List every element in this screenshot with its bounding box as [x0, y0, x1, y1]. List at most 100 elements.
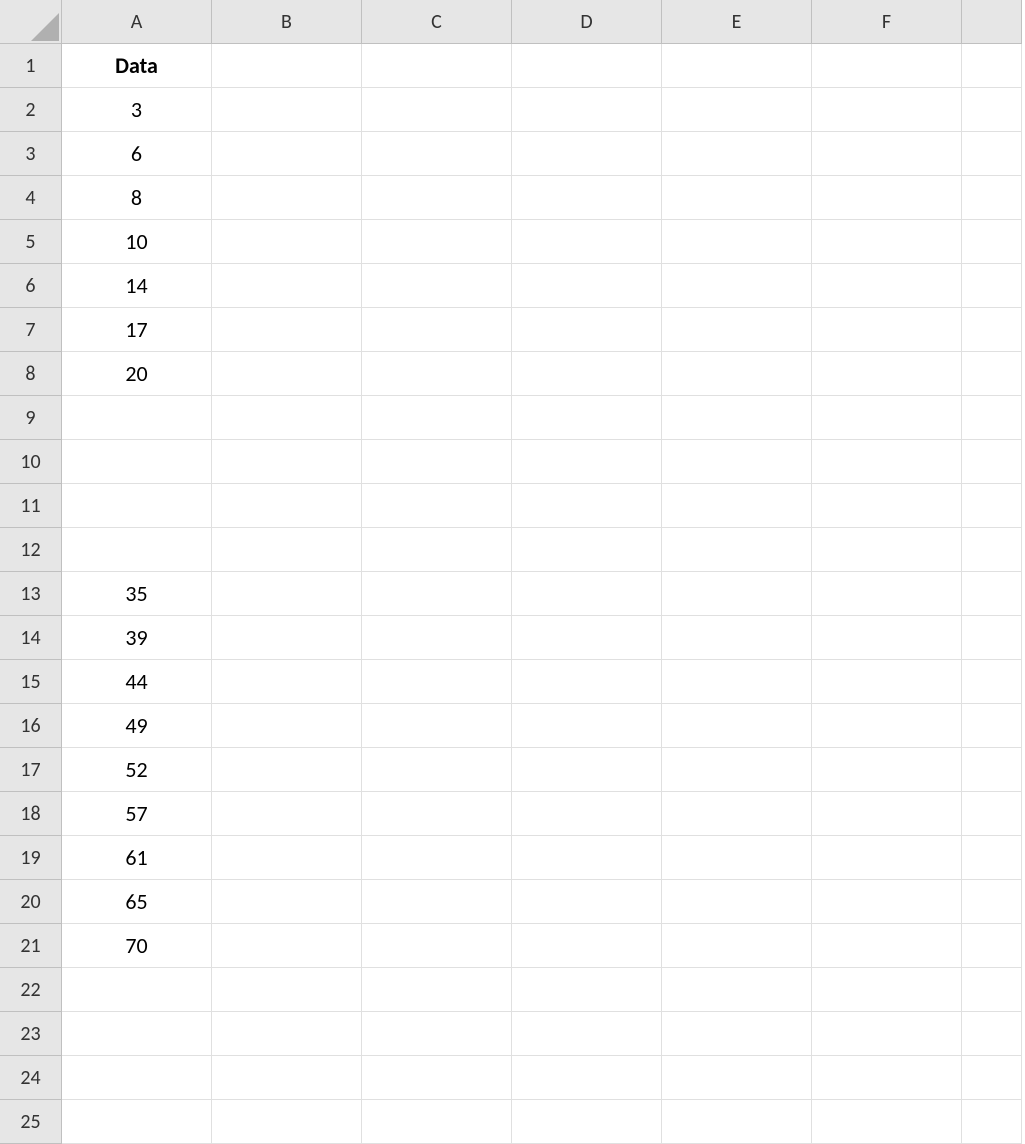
cell-A18[interactable]: 57: [62, 792, 212, 836]
cell-C3[interactable]: [362, 132, 512, 176]
row-header-24[interactable]: 24: [0, 1056, 62, 1100]
cell-F2[interactable]: [812, 88, 962, 132]
column-header-E[interactable]: E: [662, 0, 812, 44]
column-header-D[interactable]: D: [512, 0, 662, 44]
cell-F1[interactable]: [812, 44, 962, 88]
cell-C18[interactable]: [362, 792, 512, 836]
cell-E5[interactable]: [662, 220, 812, 264]
cell-B19[interactable]: [212, 836, 362, 880]
cell-B3[interactable]: [212, 132, 362, 176]
cell-D10[interactable]: [512, 440, 662, 484]
row-header-2[interactable]: 2: [0, 88, 62, 132]
row-header-5[interactable]: 5: [0, 220, 62, 264]
cell-D4[interactable]: [512, 176, 662, 220]
cell-C8[interactable]: [362, 352, 512, 396]
cell-D12[interactable]: [512, 528, 662, 572]
cell-B2[interactable]: [212, 88, 362, 132]
cell-F19[interactable]: [812, 836, 962, 880]
cell-D25[interactable]: [512, 1100, 662, 1144]
cell-X22[interactable]: [962, 968, 1022, 1012]
cell-C20[interactable]: [362, 880, 512, 924]
cell-C1[interactable]: [362, 44, 512, 88]
cell-B17[interactable]: [212, 748, 362, 792]
cell-A6[interactable]: 14: [62, 264, 212, 308]
row-header-13[interactable]: 13: [0, 572, 62, 616]
cell-B7[interactable]: [212, 308, 362, 352]
cell-F9[interactable]: [812, 396, 962, 440]
cell-D11[interactable]: [512, 484, 662, 528]
cell-B8[interactable]: [212, 352, 362, 396]
cell-F6[interactable]: [812, 264, 962, 308]
cell-X8[interactable]: [962, 352, 1022, 396]
cell-F11[interactable]: [812, 484, 962, 528]
cell-A24[interactable]: [62, 1056, 212, 1100]
cell-X1[interactable]: [962, 44, 1022, 88]
cell-B25[interactable]: [212, 1100, 362, 1144]
cell-D6[interactable]: [512, 264, 662, 308]
cell-E6[interactable]: [662, 264, 812, 308]
cell-B12[interactable]: [212, 528, 362, 572]
cell-E25[interactable]: [662, 1100, 812, 1144]
cell-F21[interactable]: [812, 924, 962, 968]
cell-X17[interactable]: [962, 748, 1022, 792]
row-header-6[interactable]: 6: [0, 264, 62, 308]
cell-E15[interactable]: [662, 660, 812, 704]
cell-X24[interactable]: [962, 1056, 1022, 1100]
cell-D5[interactable]: [512, 220, 662, 264]
cell-A10[interactable]: [62, 440, 212, 484]
column-header-C[interactable]: C: [362, 0, 512, 44]
cell-X16[interactable]: [962, 704, 1022, 748]
cell-F14[interactable]: [812, 616, 962, 660]
cell-E24[interactable]: [662, 1056, 812, 1100]
cell-E8[interactable]: [662, 352, 812, 396]
cell-A14[interactable]: 39: [62, 616, 212, 660]
cell-F12[interactable]: [812, 528, 962, 572]
cell-D17[interactable]: [512, 748, 662, 792]
cell-E18[interactable]: [662, 792, 812, 836]
row-header-12[interactable]: 12: [0, 528, 62, 572]
cell-D1[interactable]: [512, 44, 662, 88]
row-header-7[interactable]: 7: [0, 308, 62, 352]
cell-C14[interactable]: [362, 616, 512, 660]
cell-C24[interactable]: [362, 1056, 512, 1100]
cell-D21[interactable]: [512, 924, 662, 968]
cell-X3[interactable]: [962, 132, 1022, 176]
select-all-corner[interactable]: [0, 0, 62, 44]
cell-D20[interactable]: [512, 880, 662, 924]
cell-A1[interactable]: Data: [62, 44, 212, 88]
row-header-21[interactable]: 21: [0, 924, 62, 968]
cell-X5[interactable]: [962, 220, 1022, 264]
cell-C23[interactable]: [362, 1012, 512, 1056]
cell-B20[interactable]: [212, 880, 362, 924]
cell-E10[interactable]: [662, 440, 812, 484]
cell-E20[interactable]: [662, 880, 812, 924]
cell-D13[interactable]: [512, 572, 662, 616]
cell-E4[interactable]: [662, 176, 812, 220]
cell-C10[interactable]: [362, 440, 512, 484]
cell-A11[interactable]: [62, 484, 212, 528]
cell-D2[interactable]: [512, 88, 662, 132]
cell-C9[interactable]: [362, 396, 512, 440]
cell-D22[interactable]: [512, 968, 662, 1012]
row-header-23[interactable]: 23: [0, 1012, 62, 1056]
cell-B4[interactable]: [212, 176, 362, 220]
cell-C17[interactable]: [362, 748, 512, 792]
cell-B18[interactable]: [212, 792, 362, 836]
cell-C4[interactable]: [362, 176, 512, 220]
row-header-1[interactable]: 1: [0, 44, 62, 88]
cell-X13[interactable]: [962, 572, 1022, 616]
cell-A5[interactable]: 10: [62, 220, 212, 264]
cell-D9[interactable]: [512, 396, 662, 440]
cell-E21[interactable]: [662, 924, 812, 968]
cell-X23[interactable]: [962, 1012, 1022, 1056]
cell-A13[interactable]: 35: [62, 572, 212, 616]
cell-F4[interactable]: [812, 176, 962, 220]
cell-A25[interactable]: [62, 1100, 212, 1144]
cell-X20[interactable]: [962, 880, 1022, 924]
cell-B11[interactable]: [212, 484, 362, 528]
row-header-9[interactable]: 9: [0, 396, 62, 440]
cell-X4[interactable]: [962, 176, 1022, 220]
cell-B21[interactable]: [212, 924, 362, 968]
cell-C7[interactable]: [362, 308, 512, 352]
cell-A2[interactable]: 3: [62, 88, 212, 132]
